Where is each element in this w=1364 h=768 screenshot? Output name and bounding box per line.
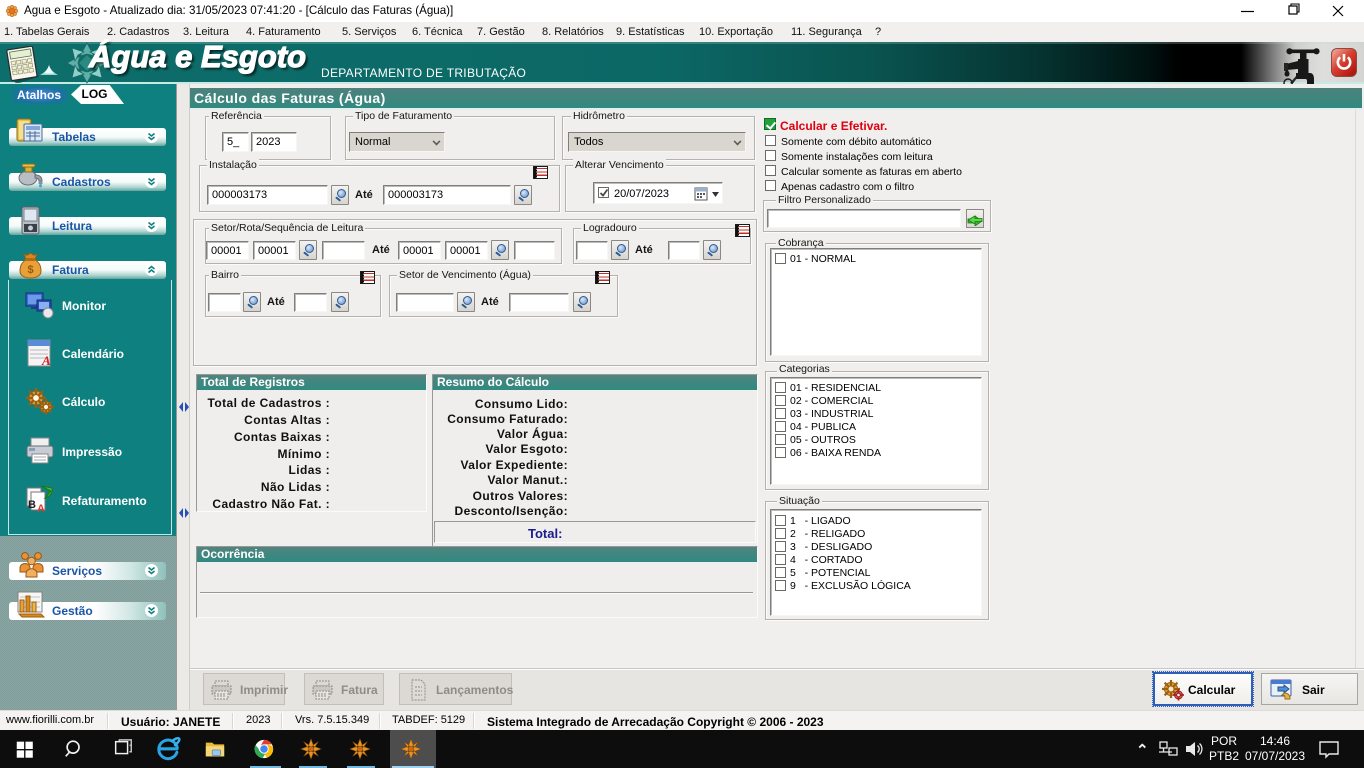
svg-text:A: A bbox=[37, 503, 45, 514]
svg-text:B: B bbox=[28, 499, 36, 511]
svg-text:$: $ bbox=[27, 264, 33, 276]
svg-text:A: A bbox=[41, 353, 51, 368]
